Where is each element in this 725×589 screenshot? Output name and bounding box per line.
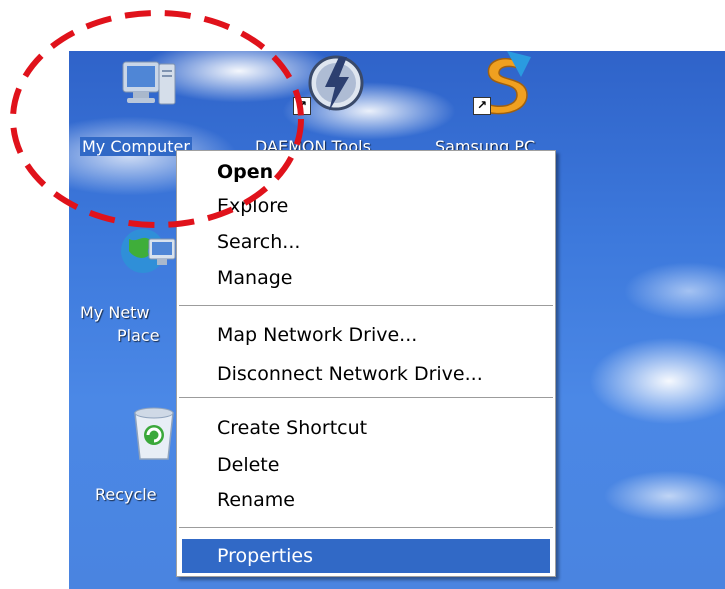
- annotation-dashed-ellipse: [10, 10, 304, 228]
